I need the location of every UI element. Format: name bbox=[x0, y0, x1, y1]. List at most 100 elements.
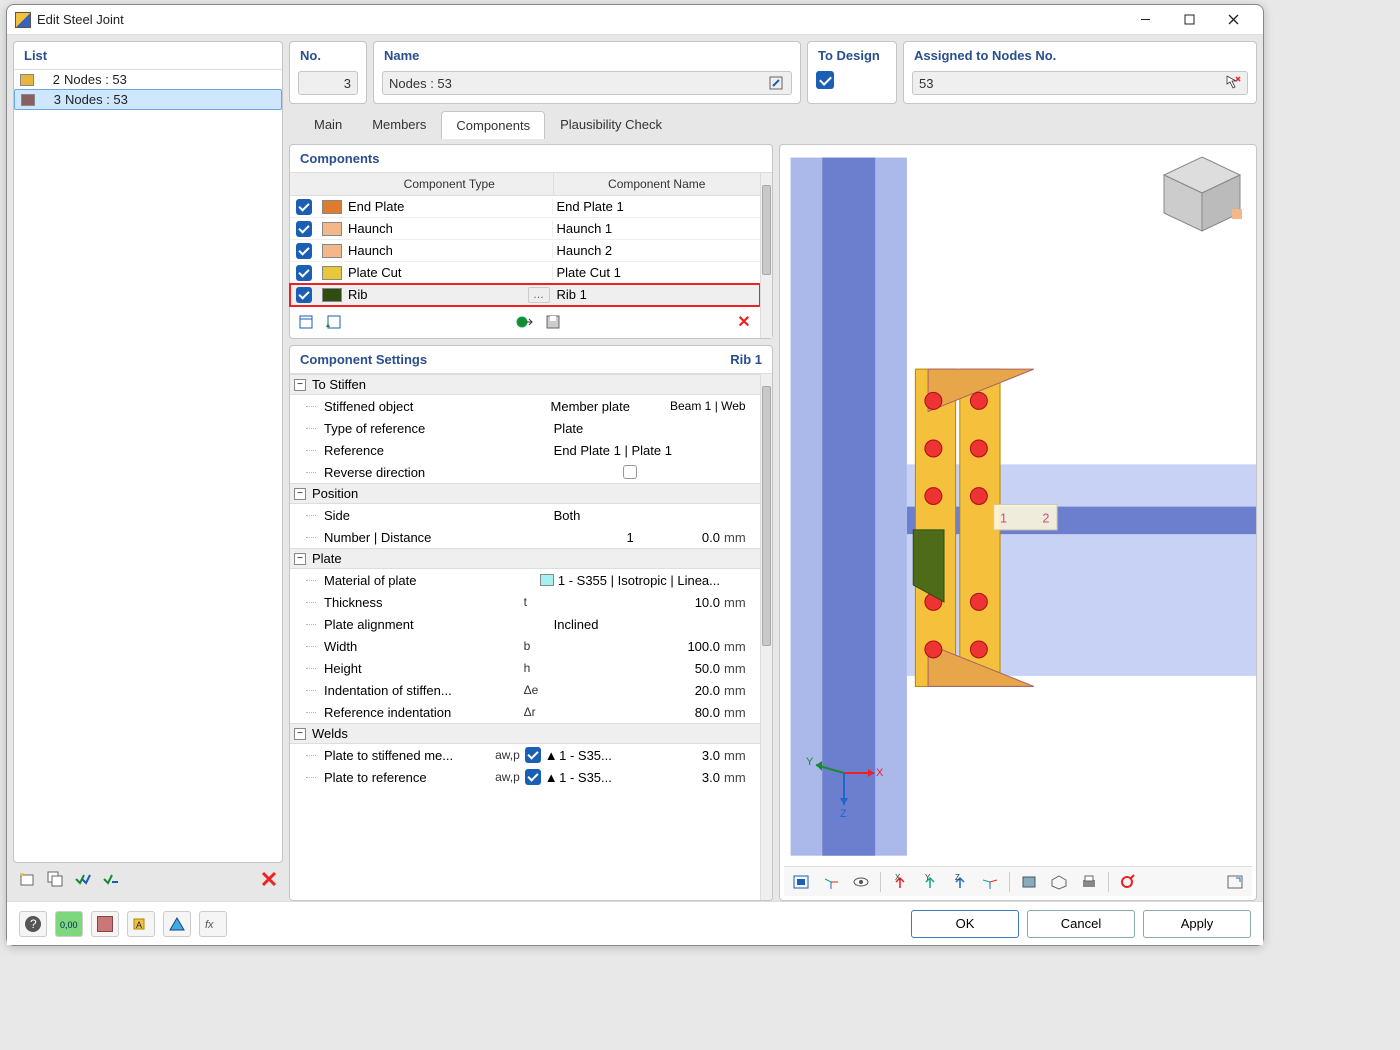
color-button[interactable] bbox=[91, 911, 119, 937]
component-row[interactable]: Haunch Haunch 1 bbox=[290, 218, 760, 240]
list-item[interactable]: 3 Nodes : 53 bbox=[14, 89, 282, 110]
component-swatch bbox=[322, 288, 342, 302]
labels-button[interactable]: A bbox=[127, 911, 155, 937]
component-checkbox[interactable] bbox=[296, 287, 312, 303]
edit-name-icon[interactable] bbox=[767, 74, 785, 92]
component-row[interactable]: Haunch Haunch 2 bbox=[290, 240, 760, 262]
svg-text:1: 1 bbox=[1000, 512, 1007, 526]
component-checkbox[interactable] bbox=[296, 199, 312, 215]
property-row[interactable]: Heighth50.0mm bbox=[290, 657, 760, 679]
property-name: Stiffened object bbox=[324, 399, 475, 414]
property-row[interactable]: Plate alignmentInclined bbox=[290, 613, 760, 635]
no-input[interactable]: 3 bbox=[298, 71, 358, 95]
vp-show-view-button[interactable] bbox=[848, 870, 874, 894]
component-edit-button[interactable]: … bbox=[528, 287, 550, 303]
property-checkbox[interactable] bbox=[623, 465, 637, 479]
component-checkbox[interactable] bbox=[296, 265, 312, 281]
ok-button[interactable]: OK bbox=[911, 910, 1019, 938]
assigned-nodes-input[interactable]: 53 bbox=[912, 71, 1248, 95]
collapse-icon[interactable]: − bbox=[294, 553, 306, 565]
list-item-swatch bbox=[21, 94, 35, 106]
delete-component-button[interactable]: ✕ bbox=[732, 310, 756, 334]
property-row[interactable]: Number | Distance10.0mm bbox=[290, 526, 760, 548]
vp-print-button[interactable] bbox=[1076, 870, 1102, 894]
add-component-button[interactable] bbox=[294, 310, 318, 334]
property-row[interactable]: Material of plate1 - S355 | Isotropic | … bbox=[290, 569, 760, 591]
check-all-button[interactable] bbox=[71, 867, 95, 891]
vp-expand-button[interactable] bbox=[1222, 870, 1248, 894]
function-button[interactable]: fx bbox=[199, 911, 227, 937]
vp-reset-button[interactable] bbox=[1115, 870, 1141, 894]
insert-component-button[interactable] bbox=[322, 310, 346, 334]
cancel-button[interactable]: Cancel bbox=[1027, 910, 1135, 938]
list-item-index: 3 bbox=[41, 92, 61, 107]
close-button[interactable] bbox=[1211, 6, 1255, 34]
view-settings-button[interactable] bbox=[163, 911, 191, 937]
tab-plausibility-check[interactable]: Plausibility Check bbox=[545, 110, 677, 138]
tab-main[interactable]: Main bbox=[299, 110, 357, 138]
component-checkbox[interactable] bbox=[296, 243, 312, 259]
collapse-icon[interactable]: − bbox=[294, 379, 306, 391]
vp-display-mode-button[interactable] bbox=[1016, 870, 1042, 894]
settings-scrollbar[interactable] bbox=[760, 374, 772, 900]
vp-isometric-button[interactable] bbox=[977, 870, 1003, 894]
list-item[interactable]: 2 Nodes : 53 bbox=[14, 70, 282, 89]
component-row[interactable]: End Plate End Plate 1 bbox=[290, 196, 760, 218]
settings-group-header[interactable]: −Position bbox=[290, 483, 760, 504]
copy-item-button[interactable] bbox=[43, 867, 67, 891]
property-row[interactable]: ReferenceEnd Plate 1 | Plate 1 bbox=[290, 439, 760, 461]
vp-global-axes-button[interactable] bbox=[818, 870, 844, 894]
apply-button[interactable]: Apply bbox=[1143, 910, 1251, 938]
to-design-label: To Design bbox=[808, 42, 890, 67]
weld-checkbox[interactable] bbox=[525, 747, 541, 763]
3d-viewport[interactable]: 1 2 X Y Z bbox=[779, 144, 1257, 901]
help-button[interactable]: ? bbox=[19, 911, 47, 937]
property-row[interactable]: Thicknesst10.0mm bbox=[290, 591, 760, 613]
import-component-button[interactable] bbox=[513, 310, 537, 334]
save-component-button[interactable] bbox=[541, 310, 565, 334]
new-item-button[interactable] bbox=[15, 867, 39, 891]
settings-group-header[interactable]: −To Stiffen bbox=[290, 374, 760, 395]
property-row[interactable]: Reverse direction bbox=[290, 461, 760, 483]
settings-group-header[interactable]: −Welds bbox=[290, 723, 760, 744]
property-row[interactable]: Plate to stiffened me...aw,p▲1 - S35...3… bbox=[290, 744, 760, 766]
vp-view-z-button[interactable]: Z bbox=[947, 870, 973, 894]
pick-nodes-icon[interactable] bbox=[1225, 74, 1241, 93]
minimize-button[interactable] bbox=[1123, 6, 1167, 34]
settings-header: Component Settings bbox=[300, 352, 427, 367]
tab-members[interactable]: Members bbox=[357, 110, 441, 138]
components-header: Components bbox=[290, 145, 772, 173]
property-name: Side bbox=[324, 508, 524, 523]
joint-list[interactable]: 2 Nodes : 53 3 Nodes : 53 bbox=[14, 70, 282, 862]
property-row[interactable]: Reference indentationΔr80.0mm bbox=[290, 701, 760, 723]
to-design-checkbox[interactable] bbox=[816, 71, 834, 89]
property-row[interactable]: Widthb100.0mm bbox=[290, 635, 760, 657]
components-scrollbar[interactable] bbox=[760, 173, 772, 338]
vp-wireframe-button[interactable] bbox=[1046, 870, 1072, 894]
uncheck-all-button[interactable] bbox=[99, 867, 123, 891]
property-row[interactable]: Plate to referenceaw,p▲1 - S35...3.0mm bbox=[290, 766, 760, 788]
tab-components[interactable]: Components bbox=[441, 111, 545, 139]
delete-item-button[interactable] bbox=[257, 867, 281, 891]
component-checkbox[interactable] bbox=[296, 221, 312, 237]
component-row[interactable]: Rib… Rib 1 bbox=[290, 284, 760, 306]
weld-checkbox[interactable] bbox=[525, 769, 541, 785]
units-button[interactable]: 0,00 bbox=[55, 911, 83, 937]
vp-show-joint-button[interactable] bbox=[788, 870, 814, 894]
property-name: Reference bbox=[324, 443, 524, 458]
vp-view-y-button[interactable]: Y bbox=[917, 870, 943, 894]
property-row[interactable]: Type of referencePlate bbox=[290, 417, 760, 439]
component-row[interactable]: Plate Cut Plate Cut 1 bbox=[290, 262, 760, 284]
vp-view-x-button[interactable]: X bbox=[887, 870, 913, 894]
component-name: Haunch 1 bbox=[552, 221, 761, 236]
view-cube[interactable] bbox=[1156, 153, 1248, 235]
property-row[interactable]: Indentation of stiffen...Δe20.0mm bbox=[290, 679, 760, 701]
collapse-icon[interactable]: − bbox=[294, 488, 306, 500]
property-row[interactable]: SideBoth bbox=[290, 504, 760, 526]
property-row[interactable]: Stiffened objectMember plateBeam 1 | Web bbox=[290, 395, 760, 417]
settings-current: Rib 1 bbox=[730, 352, 762, 367]
name-input[interactable]: Nodes : 53 bbox=[382, 71, 792, 95]
collapse-icon[interactable]: − bbox=[294, 728, 306, 740]
settings-group-header[interactable]: −Plate bbox=[290, 548, 760, 569]
maximize-button[interactable] bbox=[1167, 6, 1211, 34]
